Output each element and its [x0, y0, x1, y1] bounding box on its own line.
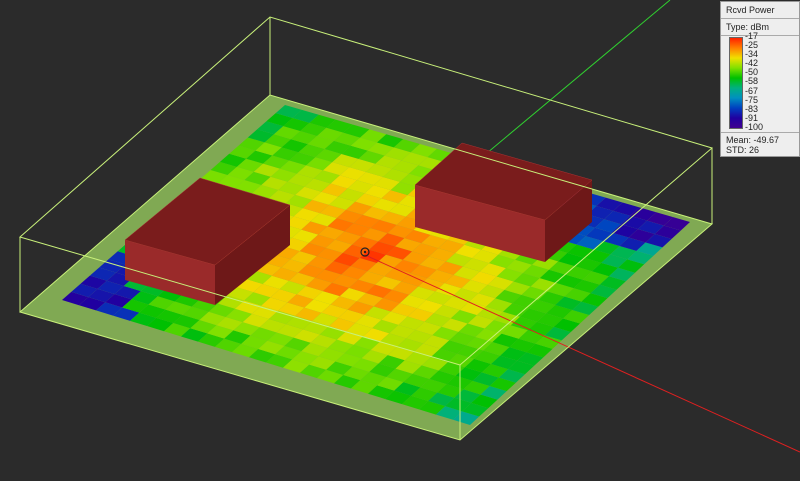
- mean-value: -49.67: [753, 135, 780, 145]
- legend-title: Rcvd Power: [721, 2, 799, 19]
- mean-label: Mean:: [726, 135, 752, 145]
- color-scale-bar: [729, 37, 743, 129]
- legend-panel: Rcvd Power Type: dBm -17 -25 -34 -42 -50…: [720, 1, 800, 157]
- std-value: 26: [749, 145, 760, 155]
- color-scale-ticks: -17 -25 -34 -42 -50 -58 -67 -75 -83 -91 …: [745, 31, 764, 132]
- std-label: STD:: [726, 145, 747, 155]
- legend-stats: Mean: -49.67 STD: 26: [721, 132, 799, 157]
- 3d-viewport[interactable]: [0, 0, 800, 481]
- tick: -100: [745, 121, 764, 132]
